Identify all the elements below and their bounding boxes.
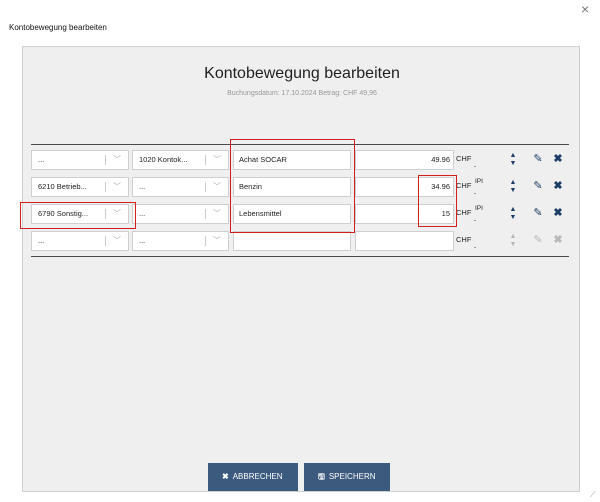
currency-label: CHF - (456, 231, 486, 251)
debit-account-value: 6790 Sonstig... (38, 209, 89, 218)
select-separator (205, 236, 206, 246)
chevron-down-icon[interactable]: ﹀ (213, 178, 221, 196)
currency-label: CHF - (456, 150, 486, 170)
debit-account-select[interactable]: 6210 Betrieb... ﹀ (31, 177, 129, 197)
dialog-title: Kontobewegung bearbeiten (9, 23, 107, 32)
table-row: ... ﹀ ... ﹀ CHF - ▲ ▼ ✎ ✖ (31, 228, 569, 254)
spinner-icon[interactable]: ▲ ▼ (507, 177, 519, 197)
credit-account-value: ... (139, 209, 146, 218)
select-separator (205, 209, 206, 219)
booking-text-input[interactable]: Achat SOCAR (233, 150, 351, 170)
currency-code: CHF (456, 181, 472, 190)
delete-icon[interactable]: ✖ (551, 206, 565, 220)
spinner-icon[interactable]: ▲ ▼ (507, 204, 519, 224)
booking-text-input[interactable]: Benzin (233, 177, 351, 197)
spinner-down-icon[interactable]: ▼ (507, 186, 519, 195)
currency-code: CHF (456, 235, 472, 244)
amount-input[interactable] (355, 231, 454, 251)
save-icon: 🖫 (318, 472, 325, 481)
resize-handle-icon[interactable]: ⟋ (590, 490, 596, 500)
currency-label: CHF IPI - (456, 204, 486, 224)
select-separator (105, 155, 106, 165)
dialog-page: × Kontobewegung bearbeiten Kontobewegung… (0, 0, 600, 502)
debit-account-value: ... (38, 236, 45, 245)
debit-account-value: ... (38, 155, 45, 164)
save-button[interactable]: 🖫 SPEICHERN (304, 463, 390, 491)
credit-account-select[interactable]: ... ﹀ (132, 204, 229, 224)
currency-superscript: IPI (475, 178, 483, 185)
table-row: 6210 Betrieb... ﹀ ... ﹀ Benzin 34.96 CHF IP… (31, 174, 569, 200)
chevron-down-icon[interactable]: ﹀ (113, 205, 121, 223)
booking-text-input[interactable] (233, 231, 351, 251)
spinner-icon[interactable]: ▲ ▼ (507, 150, 519, 170)
amount-input[interactable]: 49.96 (355, 150, 454, 170)
credit-account-value: ... (139, 182, 146, 191)
spinner-up-icon: ▲ (509, 233, 517, 240)
close-icon: ✖ (222, 472, 229, 481)
edit-icon[interactable]: ✎ (531, 179, 545, 193)
spinner-icon: ▲ ▼ (507, 231, 519, 251)
credit-account-value: 1020 Kontok... (139, 155, 188, 164)
spinner-up-icon[interactable]: ▲ (507, 151, 519, 160)
delete-icon: ✖ (553, 234, 563, 246)
debit-account-select[interactable]: 6790 Sonstig... ﹀ (31, 204, 129, 224)
select-separator (105, 236, 106, 246)
table-row: ... ﹀ 1020 Kontok... ﹀ Achat SOCAR 49.96 C… (31, 147, 569, 173)
delete-icon[interactable]: ✖ (551, 152, 565, 166)
credit-account-value: ... (139, 236, 146, 245)
credit-account-select[interactable]: ... ﹀ (132, 177, 229, 197)
currency-code: CHF (456, 154, 472, 163)
edit-panel: Kontobewegung bearbeiten Buchungsdatum: … (20, 46, 580, 492)
amount-input[interactable]: 34.96 (355, 177, 454, 197)
delete-icon[interactable]: ✖ (551, 179, 565, 193)
booking-text-input[interactable]: Lebensmittel (233, 204, 351, 224)
chevron-down-icon[interactable]: ﹀ (113, 232, 121, 250)
edit-icon: ✎ (533, 234, 543, 246)
cancel-button[interactable]: ✖ ABBRECHEN (208, 463, 298, 491)
debit-account-select[interactable]: ... ﹀ (31, 231, 129, 251)
select-separator (105, 182, 106, 192)
edit-icon[interactable]: ✎ (531, 206, 545, 220)
debit-account-value: 6210 Betrieb... (38, 182, 87, 191)
currency-label: CHF IPI - (456, 177, 486, 197)
amount-input[interactable]: 15 (355, 204, 454, 224)
credit-account-select[interactable]: 1020 Kontok... ﹀ (132, 150, 229, 170)
currency-code: CHF (456, 208, 472, 217)
currency-dash: - (474, 244, 477, 251)
edit-icon[interactable]: ✎ (531, 152, 545, 166)
panel-heading: Kontobewegung bearbeiten (204, 65, 400, 82)
select-separator (205, 155, 206, 165)
chevron-down-icon[interactable]: ﹀ (113, 178, 121, 196)
debit-account-select[interactable]: ... ﹀ (31, 150, 129, 170)
cancel-button-label: ABBRECHEN (232, 472, 283, 481)
chevron-down-icon[interactable]: ﹀ (213, 205, 221, 223)
spinner-down-icon: ▼ (509, 241, 517, 248)
panel-subheading: Buchungsdatum: 17.10.2024 Betrag: CHF 49… (227, 90, 377, 97)
save-button-label: SPEICHERN (328, 472, 376, 481)
table-row: 6790 Sonstig... ﹀ ... ﹀ Lebensmittel 15 CH… (31, 201, 569, 227)
credit-account-select[interactable]: ... ﹀ (132, 231, 229, 251)
spinner-up-icon[interactable]: ▲ (507, 205, 519, 214)
spinner-down-icon[interactable]: ▼ (507, 159, 519, 168)
grid-top-border (31, 144, 569, 145)
spinner-up-icon[interactable]: ▲ (507, 178, 519, 187)
chevron-down-icon[interactable]: ﹀ (213, 151, 221, 169)
chevron-down-icon[interactable]: ﹀ (213, 232, 221, 250)
close-icon[interactable]: × (581, 1, 589, 17)
select-separator (105, 209, 106, 219)
select-separator (205, 182, 206, 192)
grid-bottom-border (31, 256, 569, 257)
currency-superscript: IPI (475, 205, 483, 212)
spinner-down-icon[interactable]: ▼ (507, 213, 519, 222)
chevron-down-icon[interactable]: ﹀ (113, 151, 121, 169)
